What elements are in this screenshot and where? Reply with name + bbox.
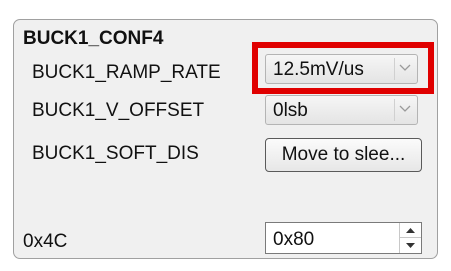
chevron-down-icon[interactable] <box>394 99 414 121</box>
register-value: 0x80 <box>273 229 315 250</box>
v-offset-select[interactable]: 0lsb <box>265 95 418 125</box>
v-offset-value: 0lsb <box>273 100 308 121</box>
spin-down-button[interactable] <box>400 238 421 253</box>
triangle-up-icon <box>406 228 415 233</box>
register-value-spinbox[interactable]: 0x80 <box>265 222 422 254</box>
register-address: 0x4C <box>23 231 68 252</box>
soft-dis-label: BUCK1_SOFT_DIS <box>32 143 199 164</box>
soft-dis-button[interactable]: Move to slee... <box>265 138 422 172</box>
triangle-down-icon <box>406 243 415 248</box>
spin-up-button[interactable] <box>400 223 421 238</box>
v-offset-label: BUCK1_V_OFFSET <box>32 100 205 121</box>
spin-arrows <box>399 223 421 253</box>
highlight-box <box>252 42 434 94</box>
group-title: BUCK1_CONF4 <box>23 28 164 49</box>
ramp-rate-label: BUCK1_RAMP_RATE <box>32 62 221 83</box>
